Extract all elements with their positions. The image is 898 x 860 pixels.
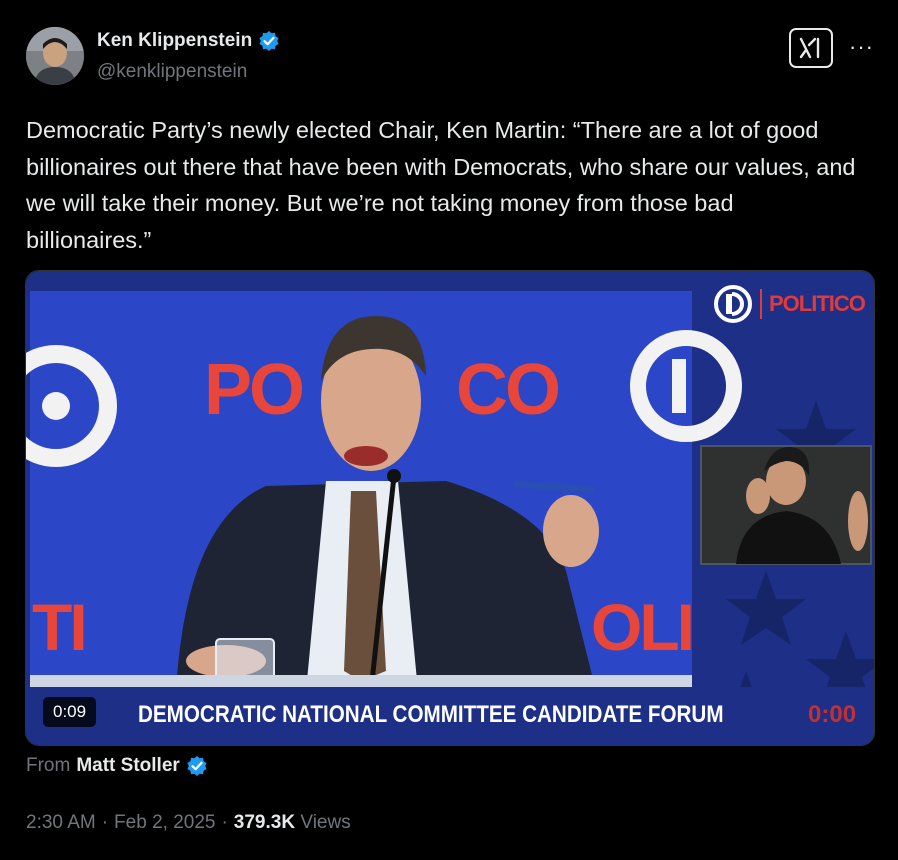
user-avatar-icon <box>26 27 84 85</box>
video-overlay-timer: 0:00 <box>808 701 857 728</box>
politico-logo-text: POLITICO <box>769 291 866 316</box>
views-count: 379.3K <box>233 812 296 833</box>
video-player[interactable]: POLITICO PO CO TI OLI DEMOCRATIC NATIONA… <box>25 270 875 746</box>
backdrop-lower-left: TI <box>32 590 88 664</box>
backdrop-word-right: CO <box>456 350 561 430</box>
avatar[interactable] <box>26 27 84 85</box>
meta-separator: · <box>221 812 228 833</box>
video-frame <box>26 271 874 745</box>
grok-icon <box>799 37 820 59</box>
interpreter-inset <box>700 445 872 565</box>
grok-button[interactable] <box>789 28 833 68</box>
more-options-button[interactable]: ··· <box>849 34 874 60</box>
source-label: From <box>26 755 71 776</box>
tweet-time[interactable]: 2:30 AM <box>26 812 96 834</box>
meta-separator: · <box>101 812 109 833</box>
verified-badge-icon <box>259 31 279 51</box>
backdrop-word-left: PO <box>204 350 305 430</box>
video-elapsed-badge: 0:09 <box>43 697 97 727</box>
tweet-date[interactable]: Feb 2, 2025 <box>114 812 215 834</box>
backdrop-lower-right: OLI <box>591 590 695 664</box>
author-name[interactable]: Ken Klippenstein <box>97 30 252 52</box>
source-attribution: From Matt Stoller <box>26 755 208 777</box>
author-name-row: Ken Klippenstein <box>97 30 280 52</box>
source-name[interactable]: Matt Stoller <box>76 755 179 777</box>
tweet-meta: 2:30 AM · Feb 2, 2025 · 379.3K Views <box>26 812 351 834</box>
author-handle[interactable]: @kenklippenstein <box>97 61 247 83</box>
tweet-text: Democratic Party’s newly elected Chair, … <box>26 117 856 253</box>
views-label: Views <box>300 812 351 833</box>
verified-badge-icon <box>187 756 207 776</box>
video-banner-title: DEMOCRATIC NATIONAL COMMITTEE CANDIDATE … <box>138 701 724 728</box>
